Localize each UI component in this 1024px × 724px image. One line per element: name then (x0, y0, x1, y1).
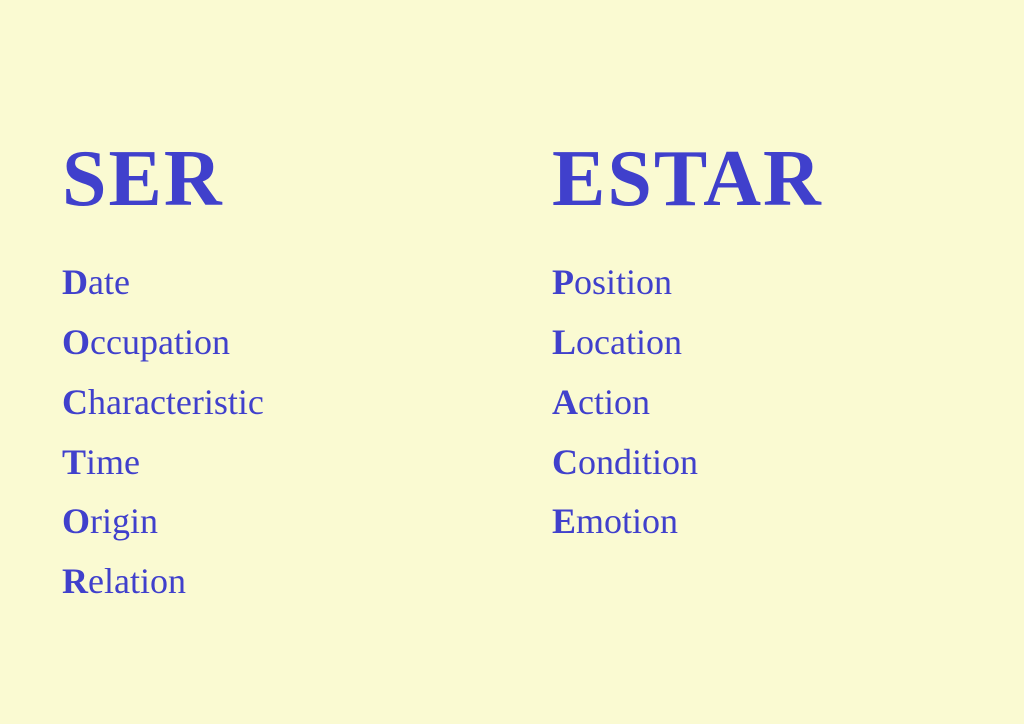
estar-emotion-rest: motion (576, 501, 678, 541)
estar-position-letter: P (552, 262, 574, 302)
main-container: SER Date Occupation Characteristic Time … (62, 114, 962, 610)
estar-position-rest: osition (574, 262, 672, 302)
ser-column: SER Date Occupation Characteristic Time … (62, 134, 472, 610)
ser-relation-letter: R (62, 561, 88, 601)
estar-emotion: Emotion (552, 494, 962, 550)
ser-relation: Relation (62, 554, 472, 610)
estar-title: ESTAR (552, 134, 962, 225)
ser-origin-rest: rigin (90, 501, 158, 541)
ser-time-letter: T (62, 442, 86, 482)
estar-action: Action (552, 375, 962, 431)
estar-action-letter: A (552, 382, 578, 422)
ser-characteristic-letter: C (62, 382, 88, 422)
estar-column: ESTAR Position Location Action Condition… (552, 134, 962, 550)
ser-date-rest: ate (88, 262, 130, 302)
ser-occupation-rest: ccupation (90, 322, 230, 362)
estar-emotion-letter: E (552, 501, 576, 541)
ser-items: Date Occupation Characteristic Time Orig… (62, 255, 472, 610)
ser-origin: Origin (62, 494, 472, 550)
ser-time-rest: ime (86, 442, 140, 482)
estar-condition-letter: C (552, 442, 578, 482)
estar-location-letter: L (552, 322, 576, 362)
ser-characteristic-rest: haracteristic (88, 382, 264, 422)
ser-occupation-letter: O (62, 322, 90, 362)
ser-origin-letter: O (62, 501, 90, 541)
estar-action-rest: ction (578, 382, 650, 422)
ser-characteristic: Characteristic (62, 375, 472, 431)
ser-time: Time (62, 435, 472, 491)
ser-date-letter: D (62, 262, 88, 302)
ser-relation-rest: elation (88, 561, 186, 601)
estar-condition-rest: ondition (578, 442, 698, 482)
estar-items: Position Location Action Condition Emoti… (552, 255, 962, 550)
estar-condition: Condition (552, 435, 962, 491)
estar-location: Location (552, 315, 962, 371)
ser-title: SER (62, 134, 472, 225)
estar-position: Position (552, 255, 962, 311)
ser-date: Date (62, 255, 472, 311)
estar-location-rest: ocation (576, 322, 682, 362)
ser-occupation: Occupation (62, 315, 472, 371)
